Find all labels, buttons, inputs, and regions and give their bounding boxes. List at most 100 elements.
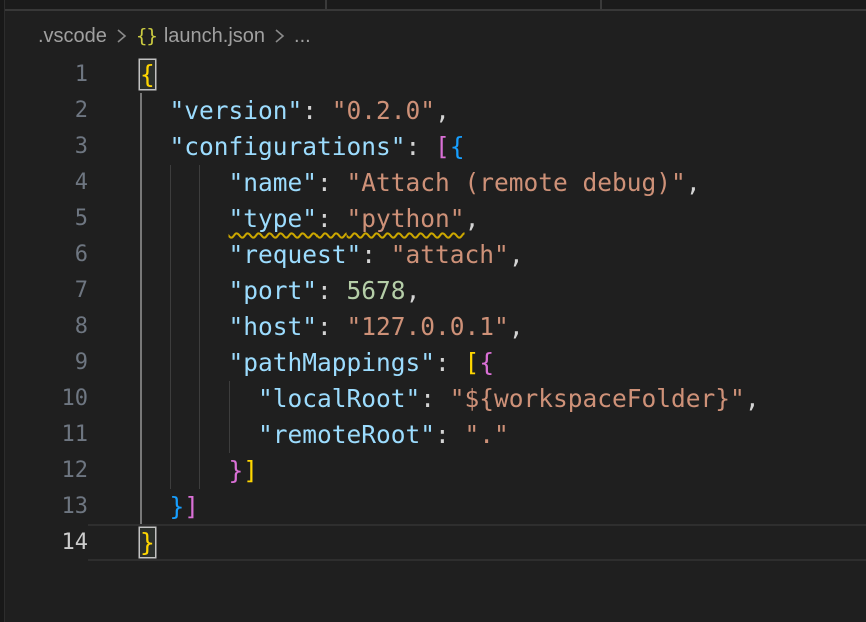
code-line[interactable]: "configurations": [{ — [140, 129, 465, 165]
line-number[interactable]: 1 — [0, 57, 88, 93]
line-number[interactable]: 7 — [0, 273, 88, 309]
code-token — [140, 384, 258, 413]
line-number[interactable]: 2 — [0, 93, 88, 129]
tab-bar — [0, 0, 866, 9]
code-token: "remoteRoot" — [258, 420, 435, 449]
code-token: "127.0.0.1" — [347, 312, 509, 341]
code-token: "python" — [347, 204, 465, 233]
current-line-border-top — [88, 524, 866, 526]
line-number[interactable]: 3 — [0, 129, 88, 165]
code-token — [140, 420, 258, 449]
code-token — [140, 96, 170, 125]
code-token: : — [317, 168, 347, 197]
code-token: : — [361, 240, 391, 269]
code-token: "pathMappings" — [229, 348, 436, 377]
code-token: , — [435, 96, 450, 125]
tab-separator — [325, 0, 327, 9]
breadcrumb-file[interactable]: launch.json — [164, 25, 265, 48]
code-line[interactable]: }] — [140, 489, 199, 525]
line-number[interactable]: 8 — [0, 309, 88, 345]
code-token — [140, 312, 229, 341]
tab-bar-border — [0, 9, 866, 11]
vscode-editor-window: .vscode {} launch.json ... 1234567891011… — [0, 0, 866, 622]
line-number[interactable]: 14 — [0, 525, 88, 561]
code-token: } — [170, 492, 185, 521]
code-token: "version" — [170, 96, 303, 125]
code-token: : — [435, 348, 465, 377]
code-token: , — [465, 204, 480, 233]
code-token: : — [435, 420, 465, 449]
code-line[interactable]: "request": "attach", — [140, 237, 524, 273]
code-token: 5678 — [347, 276, 406, 305]
code-token: [ — [465, 348, 480, 377]
panel-divider — [4, 0, 5, 622]
tab-separator — [600, 0, 602, 9]
code-token: "request" — [229, 240, 362, 269]
matched-bracket: } — [140, 528, 155, 557]
code-token: , — [509, 240, 524, 269]
code-token — [140, 456, 229, 485]
code-token — [140, 168, 229, 197]
breadcrumb-more[interactable]: ... — [294, 25, 311, 48]
code-token: : — [317, 204, 347, 233]
code-token — [140, 204, 229, 233]
code-token — [140, 240, 229, 269]
breadcrumb: .vscode {} launch.json ... — [38, 22, 311, 50]
line-number[interactable]: 10 — [0, 381, 88, 417]
code-token: "localRoot" — [258, 384, 420, 413]
code-token: "name" — [229, 168, 318, 197]
chevron-right-icon — [274, 27, 285, 45]
code-token: "type" — [229, 204, 318, 233]
code-token: : — [406, 132, 436, 161]
warning-squiggle: "type": "python" — [229, 204, 465, 233]
breadcrumb-folder[interactable]: .vscode — [38, 25, 107, 48]
json-file-icon: {} — [136, 25, 157, 47]
code-token: "configurations" — [170, 132, 406, 161]
code-token: "${workspaceFolder}" — [450, 384, 745, 413]
code-token: : — [302, 96, 332, 125]
code-token: } — [229, 456, 244, 485]
line-number[interactable]: 6 — [0, 237, 88, 273]
code-token: , — [745, 384, 760, 413]
code-token: { — [450, 132, 465, 161]
matched-bracket: { — [140, 60, 155, 89]
code-token: ] — [184, 492, 199, 521]
code-token: { — [479, 348, 494, 377]
code-token: ] — [243, 456, 258, 485]
code-token: : — [317, 312, 347, 341]
code-token: , — [406, 276, 421, 305]
code-token: : — [317, 276, 347, 305]
code-line[interactable]: "remoteRoot": "." — [140, 417, 509, 453]
code-line[interactable]: } — [140, 525, 155, 561]
code-line[interactable]: "port": 5678, — [140, 273, 420, 309]
code-token — [140, 348, 229, 377]
code-token: [ — [435, 132, 450, 161]
code-token: , — [686, 168, 701, 197]
code-token — [140, 276, 229, 305]
code-line[interactable]: }] — [140, 453, 258, 489]
code-token — [140, 492, 170, 521]
code-line[interactable]: { — [140, 57, 155, 93]
code-token: "." — [465, 420, 509, 449]
code-token: "0.2.0" — [332, 96, 435, 125]
line-number[interactable]: 5 — [0, 201, 88, 237]
code-token: "attach" — [391, 240, 509, 269]
code-line[interactable]: "localRoot": "${workspaceFolder}", — [140, 381, 760, 417]
current-line-border-bottom — [88, 559, 866, 561]
code-line[interactable]: "type": "python", — [140, 201, 479, 237]
line-number[interactable]: 11 — [0, 417, 88, 453]
code-token: , — [509, 312, 524, 341]
line-number[interactable]: 4 — [0, 165, 88, 201]
code-line[interactable]: "pathMappings": [{ — [140, 345, 494, 381]
line-number[interactable]: 13 — [0, 489, 88, 525]
code-token: "host" — [229, 312, 318, 341]
code-token: "Attach (remote debug)" — [347, 168, 686, 197]
code-line[interactable]: "name": "Attach (remote debug)", — [140, 165, 701, 201]
code-line[interactable]: "host": "127.0.0.1", — [140, 309, 524, 345]
code-token: : — [420, 384, 450, 413]
line-number[interactable]: 12 — [0, 453, 88, 489]
line-number[interactable]: 9 — [0, 345, 88, 381]
code-token — [140, 132, 170, 161]
code-token: "port" — [229, 276, 318, 305]
code-line[interactable]: "version": "0.2.0", — [140, 93, 450, 129]
